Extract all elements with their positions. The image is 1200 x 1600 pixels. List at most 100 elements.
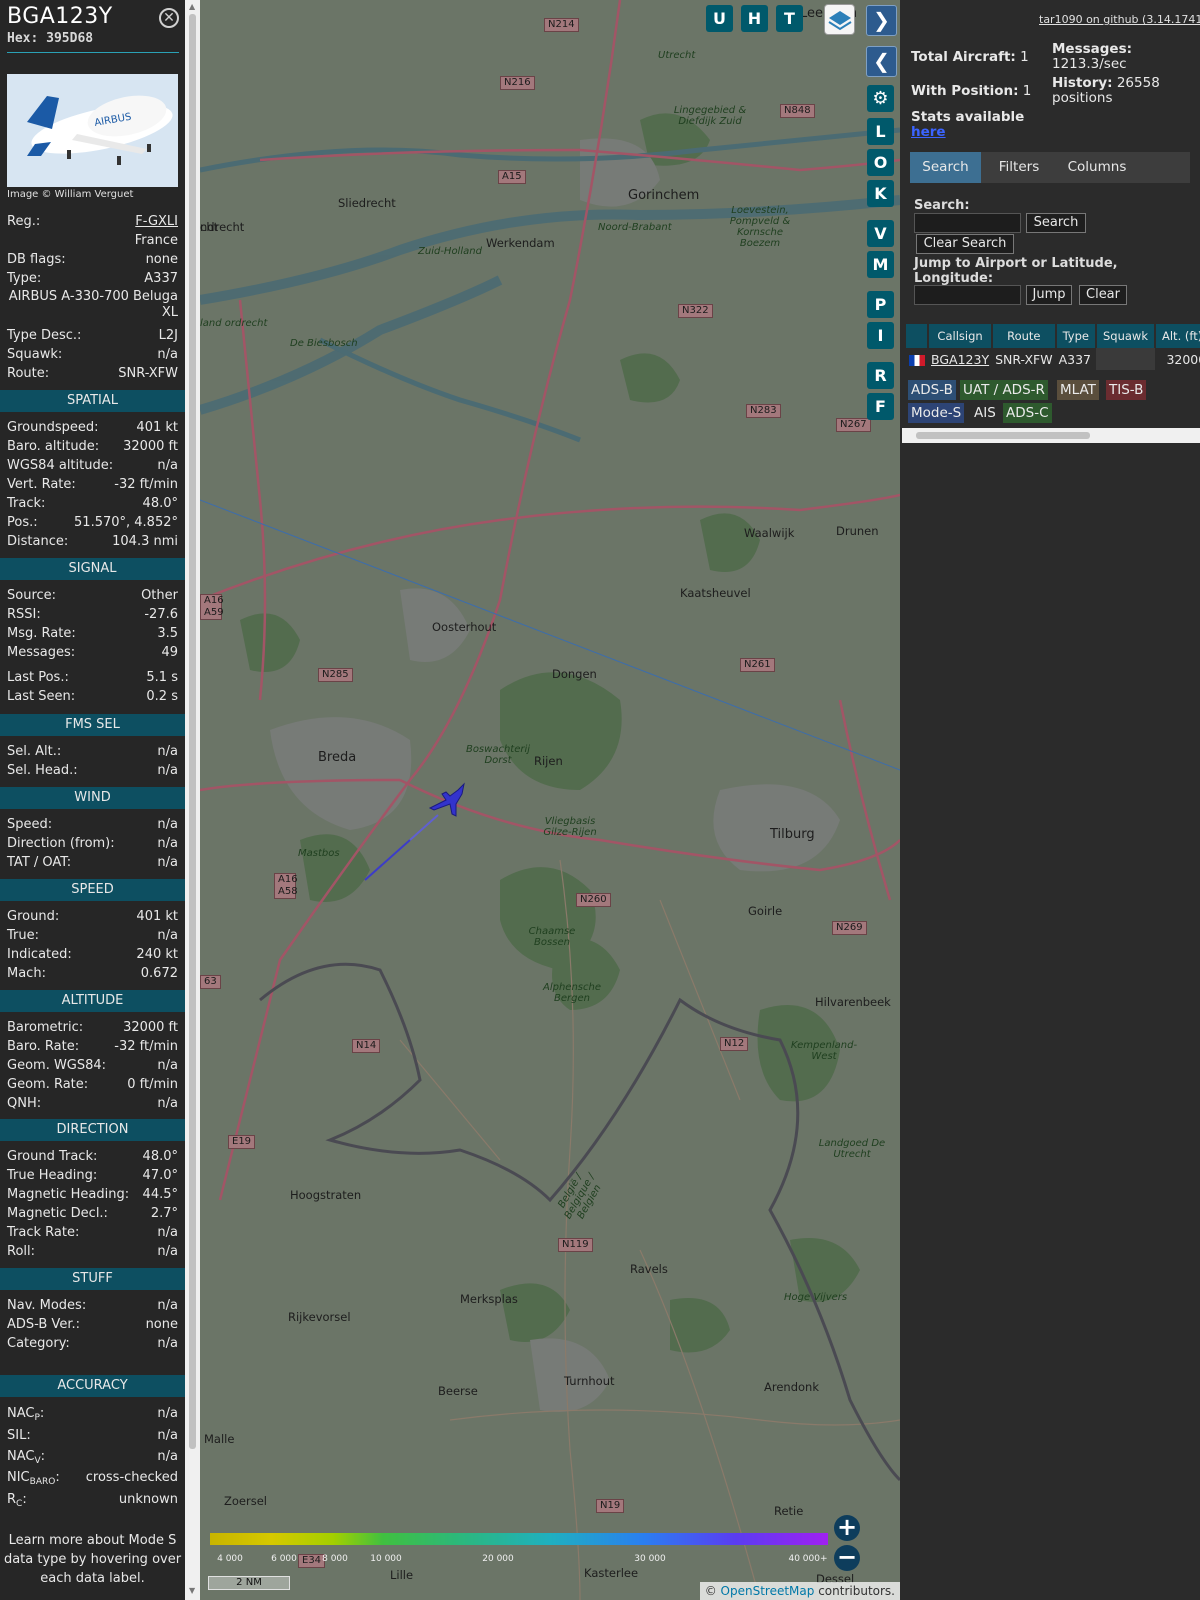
altitude-label[interactable]: Geom. WGS84:	[7, 1057, 106, 1075]
spatial-label[interactable]: Groundspeed:	[7, 419, 98, 437]
nacv-label[interactable]: NACV:	[7, 1448, 45, 1467]
toggle-f-button[interactable]: F	[867, 393, 894, 420]
wind-label[interactable]: Speed:	[7, 816, 52, 834]
jump-input[interactable]	[914, 285, 1021, 305]
altitude-label[interactable]: Baro. Rate:	[7, 1038, 79, 1056]
sil-label[interactable]: SIL:	[7, 1427, 31, 1445]
reg-link[interactable]: F-GXLI	[135, 213, 178, 231]
scroll-down-arrow-icon[interactable]: ▼	[189, 1586, 195, 1595]
tab-columns[interactable]: Columns	[1057, 152, 1137, 183]
spatial-label[interactable]: Track:	[7, 495, 45, 513]
signal-label[interactable]: Messages:	[7, 644, 75, 662]
scrollbar-thumb[interactable]	[916, 432, 1090, 439]
col-type[interactable]: Type	[1055, 324, 1097, 348]
signal-label[interactable]: Last Pos.:	[7, 669, 69, 687]
scroll-up-arrow-icon[interactable]: ▲	[189, 2, 195, 11]
row-callsign[interactable]: BGA123Y	[928, 348, 992, 370]
wind-label[interactable]: TAT / OAT:	[7, 854, 71, 872]
spatial-label[interactable]: WGS84 altitude:	[7, 457, 113, 475]
signal-label[interactable]: Last Seen:	[7, 688, 75, 706]
rc-label[interactable]: RC:	[7, 1491, 27, 1510]
spatial-label[interactable]: Pos.:	[7, 514, 38, 532]
altitude-label[interactable]: QNH:	[7, 1095, 41, 1113]
signal-label[interactable]: Msg. Rate:	[7, 625, 76, 643]
spatial-label[interactable]: Vert. Rate:	[7, 476, 76, 494]
source-chip-mlat[interactable]: MLAT	[1057, 380, 1099, 400]
clear-search-button[interactable]: Clear Search	[916, 234, 1014, 254]
tab-search[interactable]: Search	[910, 152, 981, 183]
source-chip-uat-ads-r[interactable]: UAT / ADS-R	[960, 380, 1048, 400]
close-icon[interactable]: ✕	[159, 8, 179, 28]
direction-label[interactable]: True Heading:	[7, 1167, 97, 1185]
nicbaro-label[interactable]: NICBARO:	[7, 1469, 60, 1488]
aircraft-marker-icon[interactable]	[424, 782, 468, 820]
toggle-m-button[interactable]: M	[867, 251, 894, 278]
aircraft-photo[interactable]: AIRBUS	[7, 74, 178, 187]
layers-button[interactable]	[824, 4, 855, 35]
col-altitude[interactable]: Alt. (ft)	[1155, 324, 1200, 348]
fmssel-label[interactable]: Sel. Alt.:	[7, 743, 61, 761]
search-input[interactable]	[914, 213, 1021, 233]
fmssel-label[interactable]: Sel. Head.:	[7, 762, 78, 780]
direction-label[interactable]: Ground Track:	[7, 1148, 97, 1166]
zoom-in-button[interactable]: +	[834, 1515, 860, 1541]
nacp-label[interactable]: NACP:	[7, 1405, 44, 1424]
altitude-label[interactable]: Barometric:	[7, 1019, 83, 1037]
speed-label[interactable]: True:	[7, 927, 39, 945]
btn-h[interactable]: H	[741, 5, 768, 32]
nacv-value: n/a	[157, 1449, 178, 1464]
direction-label[interactable]: Magnetic Decl.:	[7, 1205, 108, 1223]
speed-label[interactable]: Mach:	[7, 965, 46, 983]
stuff-label[interactable]: ADS-B Ver.:	[7, 1316, 80, 1334]
settings-button[interactable]: ⚙	[867, 85, 894, 112]
col-route[interactable]: Route	[992, 324, 1057, 348]
table-horizontal-scrollbar[interactable]	[902, 428, 1200, 443]
direction-label[interactable]: Roll:	[7, 1243, 35, 1261]
toggle-k-button[interactable]: K	[867, 180, 894, 207]
speed-label[interactable]: Indicated:	[7, 946, 72, 964]
tab-filters[interactable]: Filters	[984, 152, 1054, 183]
toggle-i-button[interactable]: I	[867, 322, 894, 349]
table-row[interactable]: BGA123Y SNR-XFW A337 32000	[906, 348, 1200, 370]
scrollbar-thumb[interactable]	[189, 14, 196, 1449]
source-chip-ais[interactable]: AIS	[971, 403, 999, 423]
spatial-label[interactable]: Baro. altitude:	[7, 438, 99, 456]
speed-label[interactable]: Ground:	[7, 908, 59, 926]
col-callsign[interactable]: Callsign	[928, 324, 994, 348]
toggle-r-button[interactable]: R	[867, 362, 894, 389]
stuff-label[interactable]: Category:	[7, 1335, 70, 1353]
jump-button[interactable]: Jump	[1026, 285, 1072, 305]
col-flag[interactable]	[906, 324, 929, 348]
search-button[interactable]: Search	[1026, 213, 1086, 233]
stuff-label[interactable]: Nav. Modes:	[7, 1297, 86, 1315]
col-squawk[interactable]: Squawk	[1095, 324, 1157, 348]
toggle-l-button[interactable]: L	[867, 118, 894, 145]
toggle-o-button[interactable]: O	[867, 149, 894, 176]
source-chip-mode-s[interactable]: Mode-S	[908, 403, 965, 423]
wind-label[interactable]: Direction (from):	[7, 835, 115, 853]
clear-button[interactable]: Clear	[1079, 285, 1127, 305]
github-link[interactable]: tar1090 on github (3.14.1741)	[1039, 13, 1200, 26]
prev-arrow-button[interactable]: ❮	[866, 46, 897, 77]
altitude-row: Baro. Rate: -32 ft/min	[7, 1038, 178, 1056]
next-arrow-button[interactable]: ❯	[866, 5, 897, 36]
source-chip-tis-b[interactable]: TIS-B	[1106, 380, 1147, 400]
zoom-out-button[interactable]: −	[834, 1545, 860, 1571]
direction-label[interactable]: Track Rate:	[7, 1224, 79, 1242]
signal-label[interactable]: Source:	[7, 587, 56, 605]
direction-label[interactable]: Magnetic Heading:	[7, 1186, 129, 1204]
info-panel-scrollbar[interactable]: ▲ ▼	[185, 0, 200, 1600]
spatial-label[interactable]: Distance:	[7, 533, 68, 551]
toggle-p-button[interactable]: P	[867, 291, 894, 318]
toggle-v-button[interactable]: V	[867, 220, 894, 247]
source-chip-ads-b[interactable]: ADS-B	[908, 380, 956, 400]
stats-here-link[interactable]: here	[911, 124, 946, 140]
altitude-label[interactable]: Geom. Rate:	[7, 1076, 88, 1094]
source-chip-ads-c[interactable]: ADS-C	[1003, 403, 1052, 423]
osm-link[interactable]: OpenStreetMap	[721, 1584, 815, 1598]
stuff-row: ADS-B Ver.: none	[7, 1316, 178, 1334]
btn-t[interactable]: T	[776, 5, 803, 32]
map-view[interactable]: LeerdamGorinchemSliedrechtWerkendamNoord…	[200, 0, 900, 1600]
btn-u[interactable]: U	[706, 5, 733, 32]
signal-label[interactable]: RSSI:	[7, 606, 41, 624]
